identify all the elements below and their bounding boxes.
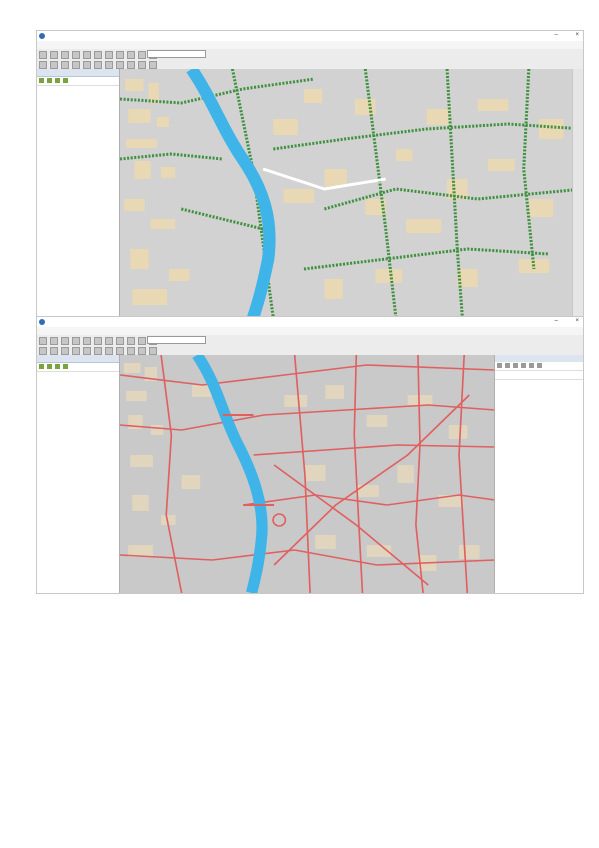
minimize-button[interactable]: – [554, 318, 557, 324]
cut-icon[interactable] [83, 51, 91, 59]
list-by-selection-icon[interactable] [63, 364, 68, 369]
delete-icon[interactable] [116, 337, 124, 345]
save-icon[interactable] [61, 337, 69, 345]
copy-icon[interactable] [94, 337, 102, 345]
catalog-toolbar [495, 362, 583, 371]
list-by-source-icon[interactable] [47, 78, 52, 83]
menu-bar [37, 327, 583, 335]
identify-icon[interactable] [116, 347, 124, 355]
pan-icon[interactable] [61, 61, 69, 69]
identify-icon[interactable] [116, 61, 124, 69]
find-icon[interactable] [127, 347, 135, 355]
print-icon[interactable] [72, 51, 80, 59]
streets-map [120, 355, 495, 593]
list-by-visibility-icon[interactable] [55, 364, 60, 369]
list-by-source-icon[interactable] [47, 364, 52, 369]
delete-icon[interactable] [116, 51, 124, 59]
back-icon[interactable] [497, 363, 502, 368]
title-bar: – × [37, 31, 583, 41]
full-extent-icon[interactable] [72, 61, 80, 69]
zoom-out-icon[interactable] [50, 61, 58, 69]
map-canvas[interactable] [120, 355, 495, 593]
list-by-visibility-icon[interactable] [55, 78, 60, 83]
full-extent-icon[interactable] [72, 347, 80, 355]
toc-title [37, 355, 119, 363]
new-document-icon[interactable] [39, 51, 47, 59]
toc-toolbar [37, 363, 119, 372]
map-scale-input[interactable] [147, 336, 206, 344]
cut-icon[interactable] [83, 337, 91, 345]
zoom-in-icon[interactable] [39, 61, 47, 69]
home-icon[interactable] [521, 363, 526, 368]
list-by-selection-icon[interactable] [63, 78, 68, 83]
copy-icon[interactable] [94, 51, 102, 59]
connect-folder-icon[interactable] [529, 363, 534, 368]
close-button[interactable]: × [575, 32, 579, 38]
map-canvas[interactable] [120, 69, 583, 318]
back-icon[interactable] [83, 347, 91, 355]
up-one-level-icon[interactable] [513, 363, 518, 368]
arcmap-window-streets: – × [36, 316, 584, 594]
catalog-panel [494, 355, 583, 593]
minimize-button[interactable]: – [554, 32, 557, 38]
select-icon[interactable] [105, 61, 113, 69]
undo-icon[interactable] [127, 337, 135, 345]
open-icon[interactable] [50, 337, 58, 345]
side-tabs [572, 69, 583, 318]
arcmap-globe-icon [39, 319, 45, 325]
save-icon[interactable] [61, 51, 69, 59]
new-document-icon[interactable] [39, 337, 47, 345]
forward-icon[interactable] [94, 347, 102, 355]
forward-icon[interactable] [505, 363, 510, 368]
redo-icon[interactable] [138, 337, 146, 345]
toc-title [37, 69, 119, 77]
paste-icon[interactable] [105, 337, 113, 345]
redo-icon[interactable] [138, 51, 146, 59]
menu-bar [37, 41, 583, 49]
list-by-drawing-order-icon[interactable] [39, 78, 44, 83]
measure-icon[interactable] [138, 347, 146, 355]
toc-toolbar [37, 77, 119, 86]
hyperlink-icon[interactable] [149, 61, 157, 69]
title-bar: – × [37, 317, 583, 327]
paste-icon[interactable] [105, 51, 113, 59]
undo-icon[interactable] [127, 51, 135, 59]
map-scale-input[interactable] [147, 50, 206, 58]
arcmap-window-vegetation: – × [36, 30, 584, 319]
catalog-location-input[interactable] [495, 371, 583, 380]
arcmap-globe-icon [39, 33, 45, 39]
hyperlink-icon[interactable] [149, 347, 157, 355]
table-of-contents [37, 69, 120, 318]
toggle-contents-icon[interactable] [537, 363, 542, 368]
list-by-drawing-order-icon[interactable] [39, 364, 44, 369]
zoom-in-icon[interactable] [39, 347, 47, 355]
find-icon[interactable] [127, 61, 135, 69]
close-button[interactable]: × [575, 318, 579, 324]
table-of-contents [37, 355, 120, 593]
measure-icon[interactable] [138, 61, 146, 69]
pan-icon[interactable] [61, 347, 69, 355]
zoom-out-icon[interactable] [50, 347, 58, 355]
print-icon[interactable] [72, 337, 80, 345]
catalog-title [495, 355, 583, 362]
open-icon[interactable] [50, 51, 58, 59]
select-icon[interactable] [105, 347, 113, 355]
back-icon[interactable] [83, 61, 91, 69]
vegetation-map [120, 69, 583, 318]
forward-icon[interactable] [94, 61, 102, 69]
